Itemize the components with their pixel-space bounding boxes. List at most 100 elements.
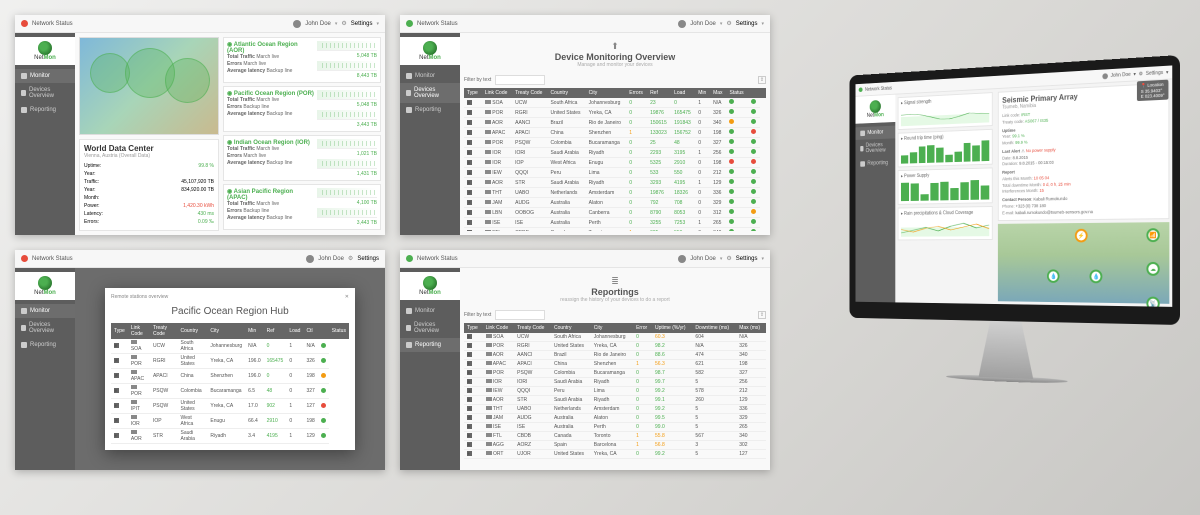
column-header[interactable]: Max xyxy=(710,88,726,98)
column-header[interactable]: Max (ms) xyxy=(736,323,766,333)
gear-icon[interactable]: ⚙ xyxy=(726,255,731,262)
gear-icon[interactable]: ⚙ xyxy=(348,255,353,262)
export-icon[interactable]: ⇪ xyxy=(758,311,766,319)
sidebar-item-devices[interactable]: Devices Overview xyxy=(856,138,896,158)
table-row[interactable]: ■ AGGAORZSpainBarcelona156.83302 xyxy=(464,441,766,450)
chevron-down-icon[interactable]: ▾ xyxy=(720,21,723,27)
column-header[interactable]: Type xyxy=(464,88,482,98)
column-header[interactable]: Country xyxy=(178,323,208,339)
sidebar-item-monitor[interactable]: Monitor xyxy=(15,69,75,83)
table-row[interactable]: ● IPITPSQWUnited StatesYreka, CA17.09021… xyxy=(111,399,349,414)
column-header[interactable]: Country xyxy=(551,323,591,333)
world-map[interactable] xyxy=(79,37,219,135)
table-row[interactable]: ■ AORSTRSaudi ArabiaRiyadh099.1260129 xyxy=(464,396,766,405)
chart-card[interactable]: ▸ Rain precipitations & Cloud Coverage xyxy=(898,206,993,240)
sensor-icon[interactable]: 📶 xyxy=(1146,228,1159,242)
column-header[interactable]: Status xyxy=(329,323,349,339)
table-row[interactable]: ★ APACAPACIChinaShenzhen196.000198 xyxy=(111,369,349,384)
column-header[interactable]: Treaty Code xyxy=(150,323,178,339)
column-header[interactable]: Downtime (ms) xyxy=(692,323,736,333)
table-row[interactable]: ● APACAPACIChinaShenzhen1133023156752019… xyxy=(464,128,766,138)
chart-card[interactable]: ▸ Round trip time (ping) xyxy=(898,129,993,168)
sidebar-item-reporting[interactable]: Reporting xyxy=(15,338,75,352)
column-header[interactable] xyxy=(318,323,329,339)
column-header[interactable]: Link Code xyxy=(482,88,512,98)
column-header[interactable]: City xyxy=(586,88,627,98)
column-header[interactable]: Country xyxy=(547,88,585,98)
filter-input[interactable] xyxy=(495,310,545,320)
table-row[interactable]: ■ IORIORISaudi ArabiaRiyadh0229331951256 xyxy=(464,148,766,158)
table-row[interactable]: ■ IORIORISaudi ArabiaRiyadh099.75256 xyxy=(464,378,766,387)
column-header[interactable]: Link Code xyxy=(483,323,515,333)
sidebar-item-reporting[interactable]: Reporting xyxy=(15,103,75,117)
column-header[interactable]: Link Code xyxy=(128,323,150,339)
chart-card[interactable]: ▸ Signal strength xyxy=(898,92,993,130)
sidebar-item-monitor[interactable]: Monitor xyxy=(15,304,75,318)
sidebar-item-devices[interactable]: Devices Overview xyxy=(15,318,75,338)
sidebar-item-reporting[interactable]: Reporting xyxy=(400,338,460,352)
sidebar-item-devices[interactable]: Devices Overview xyxy=(400,83,460,103)
chevron-down-icon[interactable]: ▾ xyxy=(376,21,379,27)
table-row[interactable]: ★ THTUABONetherlandsAmsterdam099.25336 xyxy=(464,405,766,414)
chevron-down-icon[interactable]: ▾ xyxy=(1134,71,1136,77)
table-row[interactable]: ● ORTUJORUnited StatesYreka, CA099.25127 xyxy=(464,450,766,459)
user-name[interactable]: John Doe xyxy=(690,21,716,27)
gear-icon[interactable]: ⚙ xyxy=(726,20,731,27)
column-header[interactable]: Uptime (%/yr) xyxy=(652,323,692,333)
table-row[interactable]: ★ PORRGRIUnited StatesYreka, CA196.01654… xyxy=(111,354,349,369)
sensor-icon[interactable]: ☁ xyxy=(1146,262,1159,276)
sidebar-item-reporting[interactable]: Reporting xyxy=(400,103,460,117)
settings-label[interactable]: Settings xyxy=(351,21,373,27)
table-row[interactable]: ● ISEISEAustraliaPerth0325572531265 xyxy=(464,218,766,228)
column-header[interactable]: Error xyxy=(633,323,652,333)
column-header[interactable]: Load xyxy=(671,88,695,98)
sidebar-item-monitor[interactable]: Monitor xyxy=(400,304,460,318)
chevron-down-icon[interactable]: ▾ xyxy=(720,256,723,262)
table-row[interactable]: ★ THTUABONetherlandsAmsterdam01987618326… xyxy=(464,188,766,198)
gear-icon[interactable]: ⚙ xyxy=(341,20,346,27)
filter-input[interactable] xyxy=(495,75,545,85)
chevron-down-icon[interactable]: ▾ xyxy=(761,21,764,27)
table-row[interactable]: ★ IORIOPWest AfricaEnugu66.429100198 xyxy=(111,414,349,429)
region-card[interactable]: ◉ Asian Pacific Region (APAC)Total Traff… xyxy=(223,184,381,230)
sidebar-item-monitor[interactable]: Monitor xyxy=(400,69,460,83)
table-row[interactable]: ■ SOAUCWSouth AfricaJohannesburg060.3604… xyxy=(464,333,766,342)
table-row[interactable]: ● APACAPACIChinaShenzhen156.3621198 xyxy=(464,360,766,369)
sensor-icon[interactable]: 💧 xyxy=(1047,269,1060,283)
column-header[interactable]: Min xyxy=(695,88,710,98)
table-row[interactable]: ■ AORAANCIBrazilRio de Janeiro0150615191… xyxy=(464,118,766,128)
column-header[interactable]: Ctl xyxy=(303,323,317,339)
export-icon[interactable]: ⇪ xyxy=(758,76,766,84)
settings-label[interactable]: Settings xyxy=(736,21,758,27)
region-card[interactable]: ◉ Pacific Ocean Region (POR)Total Traffi… xyxy=(223,86,381,132)
avatar[interactable] xyxy=(306,255,314,263)
avatar[interactable] xyxy=(678,20,686,28)
chevron-down-icon[interactable]: ▾ xyxy=(1166,69,1168,75)
chart-card[interactable]: ▸ Power Supply xyxy=(898,167,993,204)
table-row[interactable]: ■ PORPSQWColombiaBucaramanga025480327 xyxy=(464,138,766,148)
chevron-down-icon[interactable]: ▾ xyxy=(335,21,338,27)
table-row[interactable]: ★ JAMAUDGAustraliaAlaton07927080329 xyxy=(464,198,766,208)
column-header[interactable] xyxy=(748,88,760,98)
avatar[interactable] xyxy=(1102,73,1108,79)
column-header[interactable]: Errors xyxy=(626,88,647,98)
table-row[interactable]: ■ PORPSQWColombiaBucaramanga098.7582327 xyxy=(464,369,766,378)
column-header[interactable]: Treaty Code xyxy=(514,323,551,333)
column-header[interactable]: Treaty Code xyxy=(512,88,547,98)
column-header[interactable]: Load xyxy=(286,323,303,339)
table-row[interactable]: ★ JAMAUDGAustraliaAlaton099.55329 xyxy=(464,414,766,423)
column-header[interactable]: Min xyxy=(245,323,264,339)
table-row[interactable]: ■ AORSTRSaudi ArabiaRiyadh0329341951129 xyxy=(464,178,766,188)
column-header[interactable]: Ref xyxy=(647,88,671,98)
region-card[interactable]: ◉ Indian Ocean Region (IOR)Total Traffic… xyxy=(223,135,381,181)
table-row[interactable]: ▲ IEWQQQIPeruLima099.2578212 xyxy=(464,387,766,396)
table-row[interactable]: ■ FTLCBDBCanadaToronto155.8567340 xyxy=(464,432,766,441)
avatar[interactable] xyxy=(293,20,301,28)
column-header[interactable]: City xyxy=(591,323,633,333)
column-header[interactable]: Status xyxy=(726,88,747,98)
sensor-icon[interactable]: 📡 xyxy=(1146,297,1159,311)
close-icon[interactable] xyxy=(21,20,28,27)
table-row[interactable]: ★ PORRGRIUnited StatesYreka, CA019876165… xyxy=(464,108,766,118)
column-header[interactable]: Type xyxy=(111,323,128,339)
gear-icon[interactable]: ⚙ xyxy=(1139,71,1143,77)
